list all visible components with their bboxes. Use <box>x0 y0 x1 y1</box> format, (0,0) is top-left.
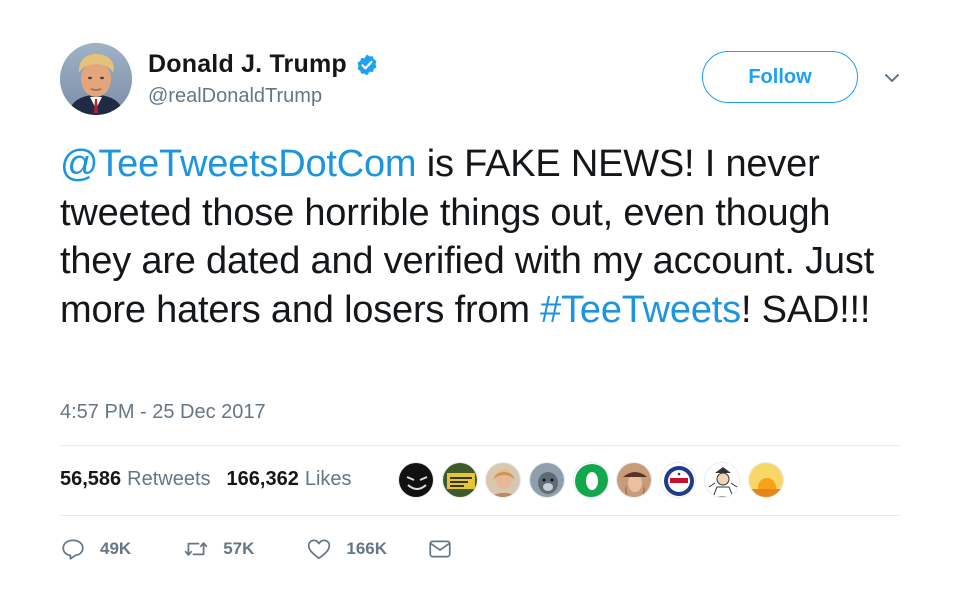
woman-hat-avatar-icon <box>617 463 652 497</box>
user-display-name[interactable]: Donald J. Trump <box>148 50 347 79</box>
reply-icon <box>62 539 84 560</box>
tweet-timestamp[interactable]: 4:57 PM - 25 Dec 2017 <box>60 401 266 424</box>
tweet-text-ending: ! SAD!!! <box>740 288 871 331</box>
user-avatar[interactable] <box>60 43 132 115</box>
reply-button[interactable]: 49K <box>60 536 131 562</box>
like-button[interactable]: 166K <box>306 536 387 562</box>
hashtag-link[interactable]: #TeeTweets <box>540 289 741 331</box>
liker-avatar-4[interactable] <box>529 462 566 498</box>
chevron-down-icon[interactable] <box>882 68 902 88</box>
liker-avatar-1[interactable] <box>398 462 434 498</box>
trump-badge-avatar-icon <box>661 463 696 497</box>
heart-icon <box>308 539 331 560</box>
tweet-stats: 56,586 Retweets 166,362 Likes <box>60 468 352 491</box>
follow-button[interactable]: Follow <box>702 51 858 103</box>
tweet-card: Donald J. Trump @realDonaldTrump Follow … <box>0 0 960 606</box>
likes-stat[interactable]: 166,362 Likes <box>227 468 352 491</box>
dog-avatar-icon <box>530 463 565 497</box>
tweet-text: @TeeTweetsDotCom is FAKE NEWS! I never t… <box>60 140 910 334</box>
liker-avatar-3[interactable] <box>485 462 522 498</box>
liker-avatar-2[interactable] <box>441 462 478 498</box>
evil-smiley-avatar-icon <box>399 463 433 497</box>
retweet-button[interactable]: 57K <box>183 536 254 562</box>
retweets-count: 56,586 <box>60 468 122 490</box>
divider <box>60 445 900 446</box>
likes-count: 166,362 <box>226 468 299 490</box>
profile-photo-icon <box>60 43 132 115</box>
liker-avatar-7[interactable] <box>660 462 697 498</box>
retweets-stat[interactable]: 56,586 Retweets <box>60 468 211 491</box>
user-handle[interactable]: @realDonaldTrump <box>148 85 322 108</box>
cartoon-person-avatar-icon <box>704 463 739 497</box>
liker-avatar-8[interactable] <box>703 462 740 498</box>
user-name-row[interactable]: Donald J. Trump <box>148 50 379 79</box>
sunset-avatar-icon <box>748 463 783 497</box>
mention-link[interactable]: @TeeTweetsDotCom <box>60 143 417 185</box>
retweet-icon <box>184 542 208 556</box>
retweets-label: Retweets <box>127 468 211 490</box>
woman-portrait-avatar-icon <box>486 463 521 497</box>
like-count: 166K <box>346 539 388 558</box>
likes-label: Likes <box>304 468 352 490</box>
tweet-actions: 49K 57K 166K <box>60 532 453 566</box>
divider <box>60 515 900 516</box>
liker-avatar-9[interactable] <box>747 462 784 498</box>
green-o-logo-avatar-icon <box>573 463 608 497</box>
liker-avatar-5[interactable] <box>572 462 609 498</box>
liker-avatar-6[interactable] <box>616 462 653 498</box>
liked-by-avatars <box>398 460 791 500</box>
envelope-icon <box>429 540 451 558</box>
protest-sign-avatar-icon <box>442 463 477 497</box>
direct-message-button[interactable] <box>427 536 453 562</box>
reply-count: 49K <box>100 539 132 558</box>
verified-badge-icon <box>357 54 377 75</box>
retweet-count: 57K <box>223 539 255 558</box>
